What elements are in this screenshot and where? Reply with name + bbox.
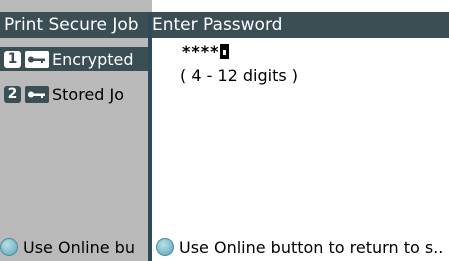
background-footer: Use Online bu: [0, 235, 135, 259]
menu-item-label: Encrypted: [52, 49, 134, 69]
dialog-divider: [148, 12, 152, 261]
menu-item-encrypted-job[interactable]: 1 Encrypted: [0, 47, 148, 71]
background-footer-text: Use Online bu: [23, 237, 135, 257]
background-dialog-title: Print Secure Job: [0, 12, 152, 38]
password-mask: ****: [182, 42, 220, 61]
online-button-icon[interactable]: [0, 238, 18, 256]
menu-item-label: Stored Jo: [52, 84, 125, 104]
password-length-hint: ( 4 - 12 digits ): [180, 66, 299, 85]
item-number-badge: 2: [4, 85, 21, 103]
key-icon: [25, 50, 49, 68]
background-dialog: Print Secure Job 1 Encrypted 2 Stored Jo…: [0, 0, 152, 261]
dialog-footer: Use Online button to return to s..: [156, 235, 443, 259]
menu-item-stored-job[interactable]: 2 Stored Jo: [4, 82, 124, 106]
footer-text: Use Online button to return to s..: [179, 237, 444, 257]
key-icon: [25, 85, 49, 103]
item-number-badge: 1: [4, 50, 21, 68]
password-field[interactable]: ****: [182, 42, 230, 61]
online-button-icon[interactable]: [156, 238, 174, 256]
password-dialog-title: Enter Password: [152, 12, 449, 38]
text-cursor: [220, 44, 230, 59]
